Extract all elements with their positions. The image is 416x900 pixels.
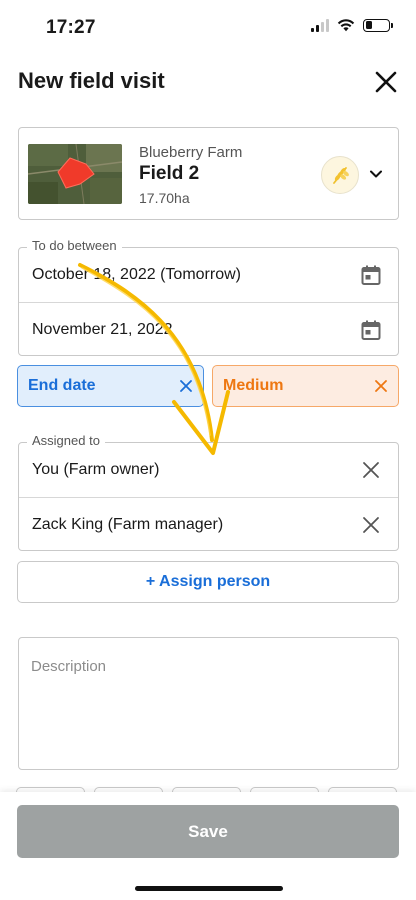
priority-chip[interactable]: Medium — [212, 365, 399, 407]
wifi-icon — [337, 19, 355, 32]
page-title: New field visit — [18, 68, 165, 93]
assignee-name: Zack King (Farm manager) — [32, 516, 224, 533]
assignee-row: Zack King (Farm manager) — [19, 497, 398, 551]
end-date: November 21, 2022 — [32, 321, 173, 338]
crop-badge — [321, 156, 359, 194]
assign-person-button[interactable]: + Assign person — [17, 561, 399, 603]
assigned-to-label: Assigned to — [27, 433, 105, 448]
description-card — [18, 637, 399, 770]
bottom-bar: Save — [0, 792, 416, 900]
date-range-label: To do between — [27, 238, 122, 253]
field-map-thumbnail — [28, 144, 122, 204]
end-date-chip[interactable]: End date — [17, 365, 204, 407]
wheat-icon — [333, 167, 349, 184]
priority-chip-label: Medium — [223, 377, 284, 394]
calendar-icon[interactable] — [360, 319, 382, 341]
remove-assignee-icon[interactable] — [362, 516, 380, 534]
end-date-chip-label: End date — [28, 377, 96, 394]
end-date-row[interactable]: November 21, 2022 — [19, 302, 398, 356]
status-icons — [311, 18, 393, 32]
save-button[interactable]: Save — [17, 805, 399, 858]
assigned-to-card: You (Farm owner) Zack King (Farm manager… — [18, 442, 399, 551]
farm-name: Blueberry Farm — [139, 144, 243, 161]
description-input[interactable] — [19, 638, 398, 769]
chevron-down-icon[interactable] — [368, 166, 384, 182]
remove-assignee-icon[interactable] — [362, 461, 380, 479]
cellular-signal-icon — [311, 18, 329, 32]
date-range-card: October 18, 2022 (Tomorrow) November 21,… — [18, 247, 399, 356]
close-icon[interactable] — [179, 379, 193, 393]
status-time: 17:27 — [46, 17, 96, 38]
assignee-row: You (Farm owner) — [19, 443, 398, 497]
close-icon[interactable] — [374, 379, 388, 393]
home-indicator — [135, 886, 283, 891]
calendar-icon[interactable] — [360, 264, 382, 286]
field-name: Field 2 — [139, 163, 200, 184]
field-area: 17.70ha — [139, 190, 190, 206]
status-bar: 17:27 — [0, 0, 416, 56]
close-icon[interactable] — [372, 68, 400, 96]
battery-icon — [363, 18, 393, 32]
start-date: October 18, 2022 (Tomorrow) — [32, 266, 241, 283]
field-selector[interactable]: Blueberry Farm Field 2 17.70ha — [18, 127, 399, 220]
start-date-row[interactable]: October 18, 2022 (Tomorrow) — [19, 248, 398, 302]
assignee-name: You (Farm owner) — [32, 461, 160, 478]
header: New field visit — [0, 62, 416, 102]
